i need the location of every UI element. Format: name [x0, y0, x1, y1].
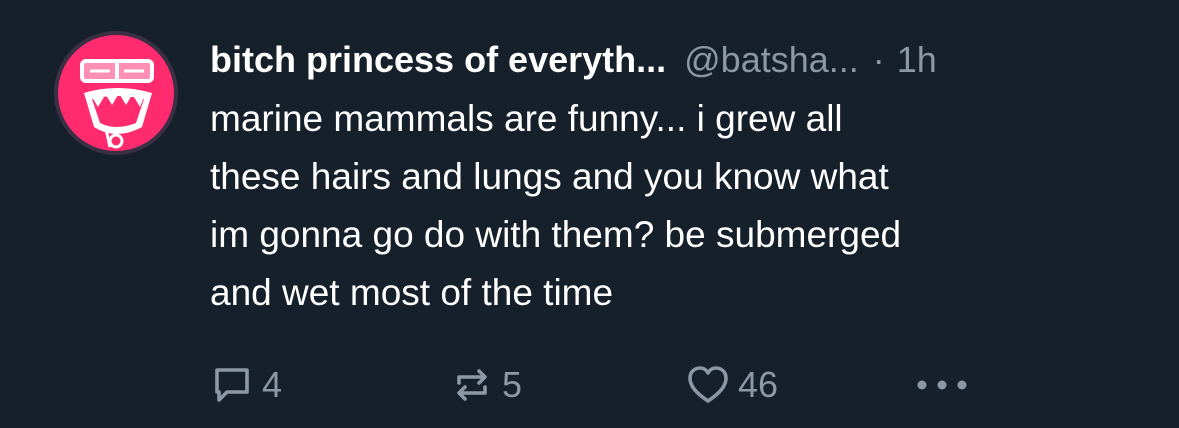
post-text-line: and wet most of the time	[210, 272, 614, 313]
avatar[interactable]	[54, 31, 178, 155]
like-button[interactable]: 46	[686, 360, 778, 410]
post-text-line: these hairs and lungs and you know what	[210, 156, 889, 197]
separator-dot: ·	[872, 39, 885, 80]
like-count: 46	[738, 364, 779, 405]
action-bar: 4 5 46	[210, 360, 1010, 410]
timestamp[interactable]: 1h	[897, 38, 937, 82]
post-text-line: im gonna go do with them? be submerged	[210, 214, 902, 255]
speech-bubble-icon	[210, 363, 254, 407]
repost-arrows-icon	[450, 363, 494, 407]
post-header: bitch princess of everyth... @batsha... …	[210, 38, 1150, 82]
display-name[interactable]: bitch princess of everyth...	[210, 38, 666, 82]
more-options-button[interactable]	[907, 360, 977, 410]
reply-button[interactable]: 4	[210, 360, 282, 410]
heart-icon	[686, 363, 730, 407]
repost-count: 5	[502, 364, 523, 405]
more-dots-icon	[907, 363, 977, 407]
handle[interactable]: @batsha...	[684, 38, 859, 82]
post-content: bitch princess of everyth... @batsha... …	[210, 38, 1150, 322]
repost-button[interactable]: 5	[450, 360, 522, 410]
post-text: marine mammals are funny... i grew all t…	[210, 90, 1150, 322]
post-text-line: marine mammals are funny... i grew all	[210, 98, 843, 139]
reply-count: 4	[262, 364, 283, 405]
avatar-image	[54, 31, 178, 155]
post[interactable]: bitch princess of everyth... @batsha... …	[0, 0, 1179, 428]
